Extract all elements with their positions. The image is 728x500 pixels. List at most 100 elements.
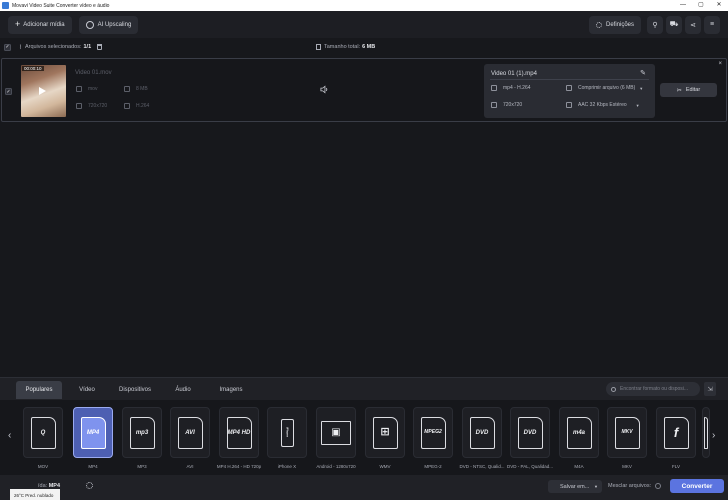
size-icon [124, 86, 130, 92]
cart-button[interactable]: ⛟ [666, 15, 682, 34]
format-dvd-ntsc[interactable]: DVD DVD - NTSC, Qualid... [459, 407, 505, 469]
ai-upscaling-button[interactable]: AI Upscaling [78, 15, 139, 34]
format-avi[interactable]: AVI AVI [168, 407, 212, 469]
output-compress-dropdown[interactable]: Comprimir arquivo (6 MB) ▼ [566, 85, 643, 91]
compress-icon [566, 85, 572, 91]
trash-icon[interactable] [97, 44, 103, 50]
close-window-button[interactable]: ✕ [710, 0, 728, 11]
tab-dispositivos[interactable]: Dispositivos [112, 381, 158, 399]
source-codec: H.264 [124, 103, 149, 109]
maximize-button[interactable]: ▢ [692, 0, 710, 11]
output-resolution[interactable]: 720x720 [491, 102, 522, 108]
tab-audio[interactable]: Áudio [160, 381, 206, 399]
file-checkbox[interactable]: ✓ [5, 88, 12, 95]
tab-video[interactable]: Vídeo [64, 381, 110, 399]
codec-icon [124, 103, 130, 109]
format-tabs: Populares Vídeo Dispositivos Áudio Image… [16, 381, 256, 399]
scissors-icon: ✂ [676, 87, 682, 94]
format-partial[interactable]: M [700, 407, 710, 463]
format-mkv[interactable]: MKV MKV [605, 407, 649, 469]
gear-icon[interactable] [86, 482, 93, 489]
merge-files-toggle[interactable] [655, 483, 662, 489]
gear-icon [595, 21, 602, 28]
format-label: Android - 1280x720 [316, 464, 356, 469]
format-iphone[interactable]: iPhone iPhone X [265, 407, 309, 469]
format-wmv[interactable]: ⊞ WMV [363, 407, 407, 469]
total-size: Tamanho total: 6 MB [316, 44, 375, 50]
chevron-right-icon[interactable]: › [712, 430, 715, 441]
video-duration: 00:00:10 [22, 66, 44, 71]
speaker-icon[interactable] [320, 85, 329, 94]
format-icon [491, 85, 497, 91]
play-icon[interactable] [39, 87, 46, 95]
settings-button[interactable]: Definições [588, 15, 641, 34]
tab-populares[interactable]: Populares [16, 381, 62, 399]
format-mp3[interactable]: mp3 MP3 [120, 407, 164, 469]
avi-icon: AVI [177, 416, 203, 449]
source-size-value: 8 MB [136, 86, 148, 92]
format-flv[interactable]: f FLV [654, 407, 698, 469]
chevron-left-icon[interactable]: ‹ [8, 430, 11, 441]
format-label: MP4 [88, 464, 98, 469]
format-mov[interactable]: Q MOV [21, 407, 65, 469]
video-thumbnail[interactable]: 00:00:10 [21, 65, 66, 117]
output-audio-value: AAC 32 Kbps Estéreo [578, 102, 627, 108]
output-file-name: Video 01 (1).mp4 [491, 71, 537, 77]
window-title: Movavi Video Suite Converter vídeo e áud… [12, 2, 110, 9]
dvd-icon: DVD [517, 416, 543, 449]
format-mpeg2[interactable]: MPEG2 MPEG-2 [411, 407, 455, 469]
tab-imagens[interactable]: Imagens [208, 381, 254, 399]
merge-files: Mesclar arquivos: [608, 483, 662, 489]
format-mp4[interactable]: MP4 MP4 [71, 407, 115, 469]
menu-button[interactable]: ≡ [704, 15, 720, 34]
convert-button[interactable]: Converter [670, 479, 724, 493]
iphone-icon: iPhone [280, 418, 294, 447]
select-all-checkbox[interactable]: ✓ [4, 43, 11, 51]
format-label: FLV [672, 464, 680, 469]
add-media-button[interactable]: + Adicionar mídia [8, 15, 72, 34]
format-dvd-pal[interactable]: DVD DVD - PAL, Qualidad... [507, 407, 553, 469]
save-to-label: Salvar em... [560, 483, 590, 490]
collapse-panel-button[interactable]: ⇲ [704, 382, 716, 396]
plus-icon: + [15, 19, 21, 29]
paperclip-icon: ⌇ [19, 44, 22, 51]
share-button[interactable]: ⋖ [685, 15, 701, 34]
pencil-icon[interactable]: ✎ [640, 69, 646, 77]
key-button[interactable]: ⚲ [647, 15, 663, 34]
divider [490, 79, 649, 80]
cart-icon: ⛟ [669, 21, 679, 28]
mp4-icon: MP4 [80, 416, 106, 449]
selection-bar: ✓ ⌇ Arquivos selecionados: 1/1 Tamanho t… [0, 38, 728, 56]
resolution-icon [491, 102, 497, 108]
save-to-dropdown[interactable]: Salvar em... ▼ [548, 480, 602, 493]
selected-files-count: 1/1 [83, 44, 92, 50]
share-icon: ⋖ [690, 21, 696, 29]
edit-button[interactable]: ✂ Editar [660, 83, 717, 97]
merge-files-label: Mesclar arquivos: [608, 483, 652, 489]
format-label: MKV [622, 464, 632, 469]
collapse-icon: ⇲ [707, 386, 713, 393]
ai-icon [85, 20, 94, 29]
wmv-icon: ⊞ [372, 416, 398, 449]
remove-file-button[interactable]: × [718, 61, 722, 67]
output-audio-dropdown[interactable]: AAC 32 Kbps Estéreo ▼ [566, 102, 640, 108]
audio-icon [566, 102, 572, 108]
footer-bar: ída: MP4 Salvar em... ▼ Mesclar arquivos… [0, 475, 728, 500]
format-mp4-hd[interactable]: MP4 HD MP4 H.264 - HD 720p [217, 407, 261, 469]
format-search-input[interactable]: Encontrar formato ou disposi... [606, 382, 700, 396]
source-size: 8 MB [124, 86, 148, 92]
output-settings-panel: Video 01 (1).mp4 ✎ mp4 - H.264 Comprimir… [484, 64, 655, 118]
mov-icon: Q [30, 416, 56, 449]
output-format[interactable]: mp4 - H.264 [491, 85, 531, 91]
file-icon [316, 44, 321, 50]
format-list: ‹ Q MOV MP4 MP4 mp3 MP3 AVI AVI MP4 HD MP4 H.… [0, 400, 728, 475]
minimize-button[interactable]: — [674, 0, 692, 11]
selected-files-label: Arquivos selecionados: [24, 44, 82, 50]
weather-widget[interactable]: 26°C Pred. nublado [10, 489, 60, 500]
format-android[interactable]: ▣ Android - 1280x720 [314, 407, 358, 469]
source-resolution: 720x720 [76, 103, 107, 109]
format-m4a[interactable]: m4a M4A [557, 407, 601, 469]
output-resolution-value: 720x720 [503, 102, 523, 108]
file-row[interactable]: ✓ 00:00:10 Video 01.mov mov 8 MB 720x720… [1, 58, 727, 122]
mkv-icon: MKV [614, 416, 640, 449]
